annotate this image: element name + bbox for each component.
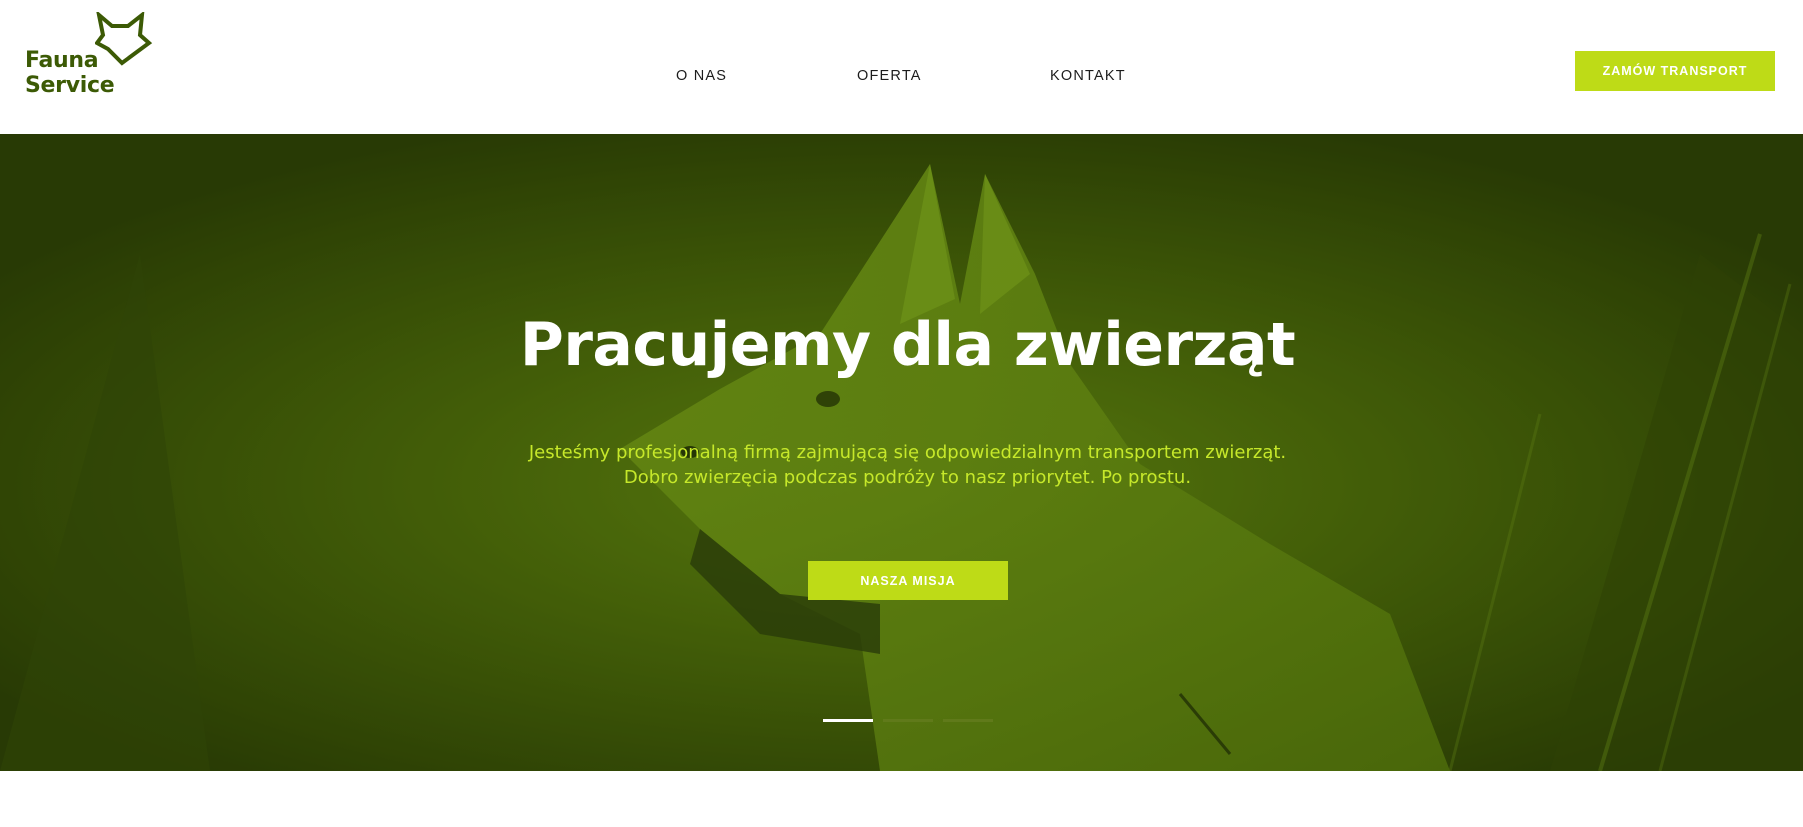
fox-head-icon (95, 12, 153, 66)
hero-title: Pracujemy dla zwierząt (519, 310, 1296, 380)
hero-slider: Pracujemy dla zwierząt Jesteśmy profesjo… (0, 134, 1803, 771)
order-transport-button[interactable]: ZAMÓW TRANSPORT (1575, 51, 1775, 91)
nav-item-oferta[interactable]: OFERTA (857, 68, 922, 84)
hero-subtitle-line-2: Dobro zwierzęcia podczas podróży to nasz… (623, 467, 1192, 488)
nav-item-o-nas[interactable]: O NAS (676, 68, 727, 84)
site-logo[interactable]: Fauna Service (25, 12, 165, 107)
slider-dot-2[interactable] (883, 719, 933, 722)
hero-subtitle: Jesteśmy profesjonalną firmą zajmującą s… (0, 440, 1803, 490)
our-mission-button[interactable]: NASZA MISJA (808, 561, 1008, 600)
slider-dot-3[interactable] (943, 719, 993, 722)
nav-item-kontakt[interactable]: KONTAKT (1050, 68, 1126, 84)
site-header: Fauna Service O NAS OFERTA KONTAKT ZAMÓW… (0, 0, 1803, 134)
slider-dot-1[interactable] (823, 719, 873, 722)
hero-subtitle-line-1: Jesteśmy profesjonalną firmą zajmującą s… (528, 442, 1287, 463)
slider-pagination (823, 719, 993, 725)
main-nav: O NAS OFERTA KONTAKT (0, 68, 1803, 88)
